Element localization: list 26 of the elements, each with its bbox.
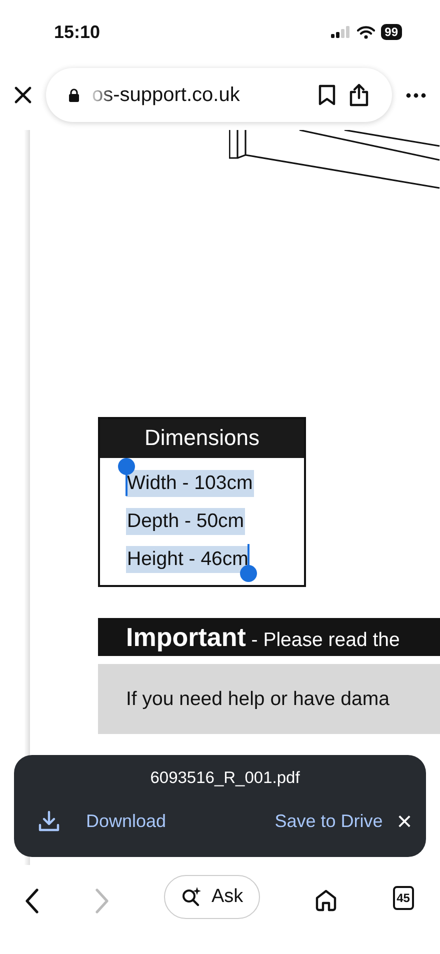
save-to-drive-button[interactable]: Save to Drive — [274, 810, 383, 832]
notice-text: If you need help or have dama — [126, 688, 390, 710]
status-time: 15:10 — [54, 22, 100, 42]
url-text: os-support.co.uk — [92, 84, 241, 106]
lock-icon — [68, 88, 80, 102]
file-name: 6093516_R_001.pdf — [149, 769, 301, 788]
battery-level: 99 — [380, 24, 402, 40]
back-icon[interactable] — [24, 888, 40, 914]
more-icon[interactable] — [406, 92, 426, 98]
bookmark-icon[interactable] — [318, 84, 336, 106]
ask-button[interactable]: Ask — [164, 875, 260, 919]
address-bar[interactable]: os-support.co.uk — [46, 68, 392, 122]
dimension-text[interactable]: Height - 46cm — [126, 546, 250, 573]
download-icon[interactable] — [38, 810, 60, 832]
signal-icon — [330, 26, 351, 38]
close-button[interactable]: × — [396, 808, 412, 834]
download-button[interactable]: Download — [86, 810, 166, 832]
wifi-icon — [356, 26, 375, 38]
dimensions-title: Dimensions — [100, 419, 304, 458]
tab-count-button[interactable]: 45 — [392, 886, 414, 910]
close-icon[interactable] — [14, 86, 32, 104]
home-icon[interactable] — [314, 888, 338, 912]
share-icon[interactable] — [348, 83, 370, 107]
dimension-text[interactable]: Width - 103cm — [126, 470, 254, 497]
dimension-text[interactable]: Depth - 50cm — [126, 508, 246, 535]
important-heading: Important - Please read the — [126, 622, 400, 652]
